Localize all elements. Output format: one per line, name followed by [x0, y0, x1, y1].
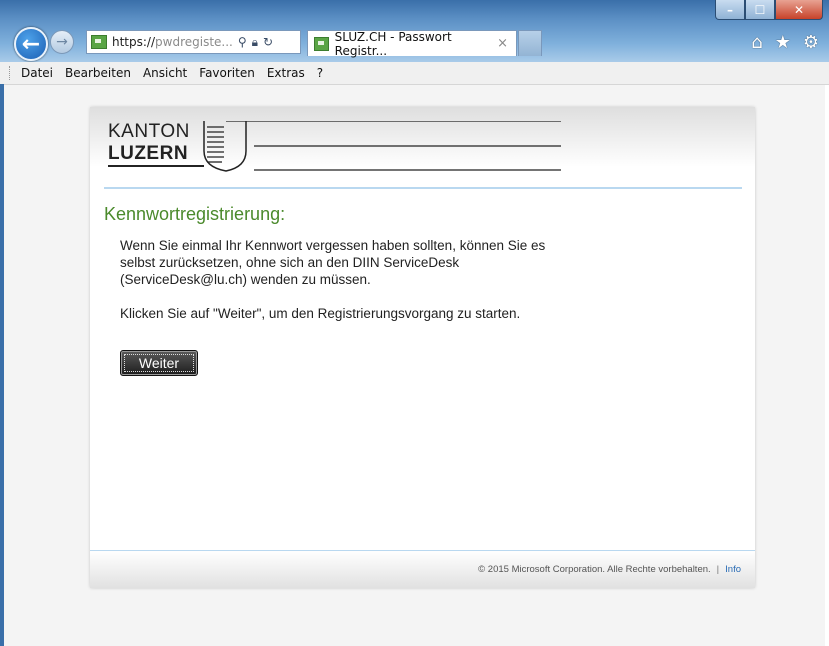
menu-grip — [9, 66, 13, 80]
menu-item-help[interactable]: ? — [317, 66, 323, 80]
menu-item-ansicht[interactable]: Ansicht — [143, 66, 187, 80]
site-favicon-icon — [91, 35, 107, 49]
footer-divider: | — [716, 564, 720, 575]
home-icon[interactable]: ⌂ — [751, 32, 762, 53]
menu-bar: Datei Bearbeiten Ansicht Favoriten Extra… — [0, 62, 829, 85]
page-viewport: KANTON LUZERN Kennwortregistrierung: Wen… — [4, 85, 825, 646]
logo-text-luzern: LUZERN — [108, 143, 189, 164]
instructions-paragraph-1: Wenn Sie einmal Ihr Kennwort vergessen h… — [120, 238, 546, 287]
new-tab-button[interactable] — [518, 30, 542, 56]
refresh-icon[interactable]: ↻ — [263, 35, 273, 49]
minimize-icon[interactable]: – — [715, 0, 745, 20]
footer-copyright: © 2015 Microsoft Corporation. Alle Recht… — [478, 564, 711, 575]
menu-item-favoriten[interactable]: Favoriten — [199, 66, 255, 80]
back-arrow-icon[interactable]: ← — [14, 27, 48, 61]
browser-titlebar: – ☐ ✕ ← → https://pwdregiste... ⚲ 🔒︎ ↻ S… — [0, 0, 829, 62]
continue-button[interactable]: Weiter — [120, 350, 198, 376]
instructions-paragraph-2: Klicken Sie auf "Weiter", um den Registr… — [120, 306, 521, 321]
menu-item-extras[interactable]: Extras — [267, 66, 305, 80]
settings-gear-icon[interactable]: ⚙ — [803, 32, 819, 53]
page-title: Kennwortregistrierung: — [104, 204, 286, 224]
header-separator — [104, 187, 742, 189]
address-host: pwdregiste... — [155, 35, 233, 49]
menu-item-bearbeiten[interactable]: Bearbeiten — [65, 66, 131, 80]
kanton-luzern-logo: KANTON LUZERN — [108, 121, 563, 181]
tab-favicon-icon — [314, 36, 329, 51]
forward-arrow-icon[interactable]: → — [50, 30, 74, 54]
menu-item-datei[interactable]: Datei — [21, 66, 53, 80]
tab-close-icon[interactable]: × — [497, 36, 508, 51]
close-icon[interactable]: ✕ — [775, 0, 823, 20]
address-bar[interactable]: https://pwdregiste... ⚲ 🔒︎ ↻ — [86, 30, 301, 54]
registration-card: KANTON LUZERN Kennwortregistrierung: Wen… — [90, 107, 755, 588]
window-controls: – ☐ ✕ — [715, 0, 823, 22]
search-icon[interactable]: ⚲ — [238, 35, 247, 49]
maximize-icon[interactable]: ☐ — [745, 0, 775, 20]
footer: © 2015 Microsoft Corporation. Alle Recht… — [90, 551, 755, 588]
favorites-star-icon[interactable]: ★ — [775, 32, 791, 53]
lock-icon[interactable]: 🔒︎ — [252, 35, 258, 50]
footer-info-link[interactable]: Info — [725, 564, 741, 575]
tab-active[interactable]: SLUZ.CH - Passwort Registr... × — [307, 29, 517, 58]
logo-text-kanton: KANTON — [108, 121, 190, 142]
address-scheme: https:// — [112, 35, 156, 49]
logo-underline — [108, 165, 204, 167]
browser-tools: ⌂ ★ ⚙ — [751, 32, 819, 53]
instructions: Wenn Sie einmal Ihr Kennwort vergessen h… — [120, 237, 580, 339]
tab-title: SLUZ.CH - Passwort Registr... — [334, 29, 452, 58]
